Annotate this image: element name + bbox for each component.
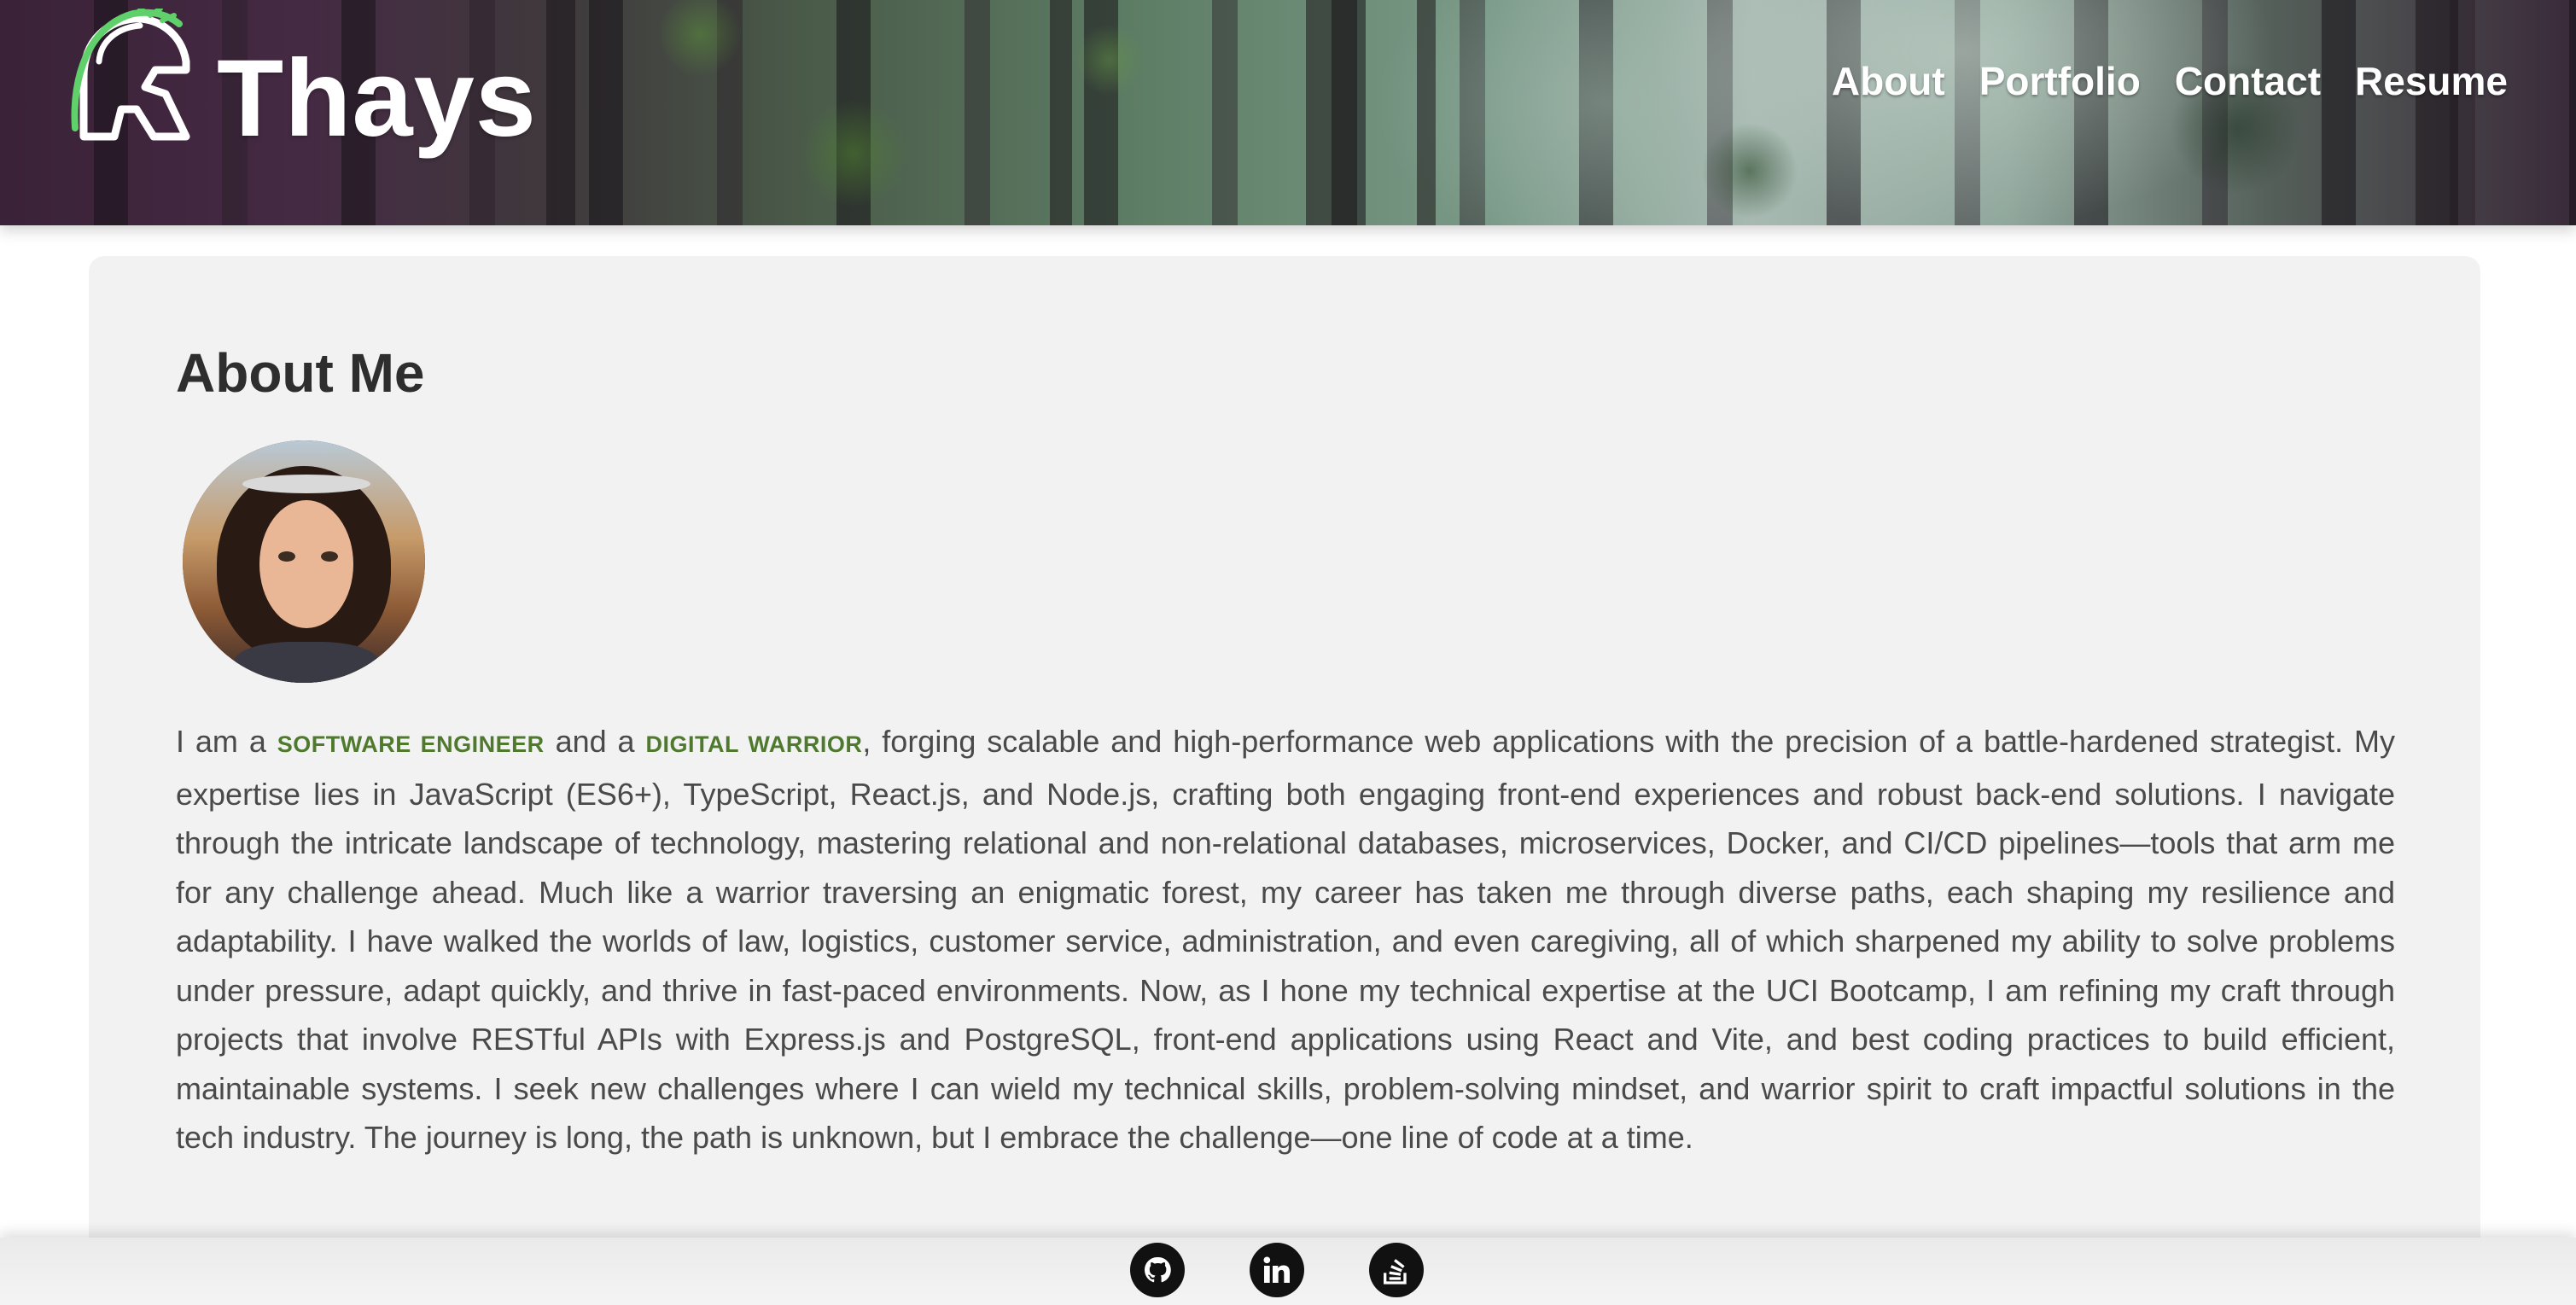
bio-connector: and a bbox=[544, 724, 646, 759]
brand-name[interactable]: Thays bbox=[217, 44, 537, 154]
highlight-software-engineer: Software Engineer bbox=[277, 731, 545, 757]
bio-intro: I am a bbox=[176, 724, 277, 759]
about-card: About Me I am a Software Engineer and a … bbox=[89, 256, 2480, 1305]
header-banner: Thays About Portfolio Contact Resume bbox=[0, 0, 2576, 225]
nav-link-contact[interactable]: Contact bbox=[2175, 58, 2321, 104]
stackoverflow-icon[interactable] bbox=[1369, 1243, 1424, 1297]
highlight-digital-warrior: Digital Warrior bbox=[645, 731, 863, 757]
main-nav: About Portfolio Contact Resume bbox=[1832, 58, 2508, 104]
helmet-logo-icon[interactable] bbox=[67, 9, 195, 145]
page-title: About Me bbox=[176, 342, 425, 404]
avatar bbox=[183, 440, 425, 683]
nav-link-portfolio[interactable]: Portfolio bbox=[1979, 58, 2141, 104]
linkedin-icon[interactable] bbox=[1250, 1243, 1304, 1297]
bio-text: I am a Software Engineer and a Digital W… bbox=[176, 717, 2395, 1162]
nav-link-about[interactable]: About bbox=[1832, 58, 1945, 104]
nav-link-resume[interactable]: Resume bbox=[2355, 58, 2508, 104]
bio-body: , forging scalable and high-performance … bbox=[176, 724, 2396, 1155]
github-icon[interactable] bbox=[1130, 1243, 1185, 1297]
